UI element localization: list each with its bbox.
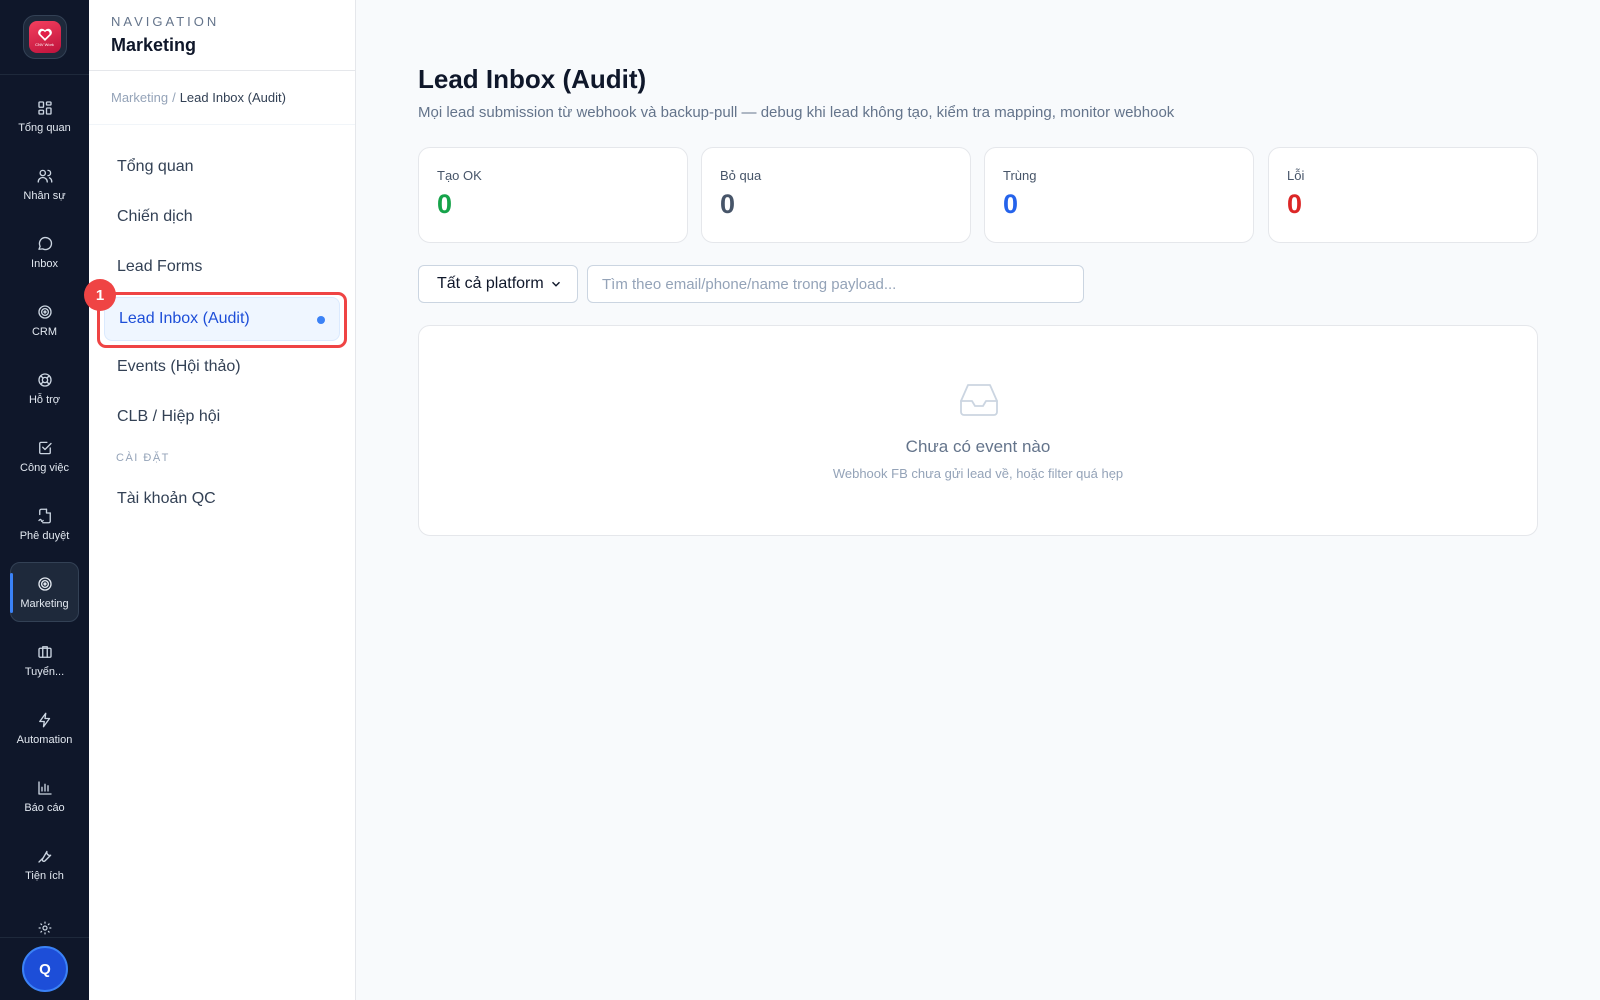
subnav-item-events[interactable]: Events (Hội thảo) xyxy=(103,346,341,388)
subnav-item-lead-forms[interactable]: Lead Forms xyxy=(103,246,341,288)
stat-card-loi: Lỗi 0 xyxy=(1268,147,1538,243)
rail-item-label: Automation xyxy=(16,733,73,746)
rail-item-label: Marketing xyxy=(20,597,69,610)
platform-select[interactable]: Tất cả platform xyxy=(418,265,578,303)
subnav-header: NAVIGATION Marketing xyxy=(89,0,355,71)
rail-item-label: Tuyển... xyxy=(24,665,65,678)
avatar[interactable]: Q xyxy=(22,946,68,992)
empty-state-title: Chưa có event nào xyxy=(905,437,1051,456)
rail-item-inbox[interactable]: Inbox xyxy=(10,222,79,282)
secondary-nav: NAVIGATION Marketing Marketing / Lead In… xyxy=(89,0,356,1000)
rail-item-label: Công việc xyxy=(20,461,69,474)
empty-state-card: Chưa có event nào Webhook FB chưa gửi le… xyxy=(418,325,1538,536)
stat-value: 0 xyxy=(1287,189,1303,219)
main-content: Lead Inbox (Audit) Mọi lead submission t… xyxy=(356,0,1600,1000)
rail-item-label: Báo cáo xyxy=(24,801,65,814)
page-subtitle: Mọi lead submission từ webhook và backup… xyxy=(418,104,1175,121)
app-logo[interactable]: CNV Work xyxy=(22,15,67,59)
stat-value: 0 xyxy=(437,189,453,219)
subnav-item-label: Lead Forms xyxy=(117,258,203,275)
step-badge: 1 xyxy=(84,279,116,311)
breadcrumb-separator: / xyxy=(172,90,176,105)
stat-label: Trùng xyxy=(1003,168,1037,183)
logo-text: CNV Work xyxy=(35,41,54,47)
rail-item-label: Tiện ích xyxy=(25,869,64,882)
checkbox-icon xyxy=(38,441,52,454)
rail-item-nhan-su[interactable]: Nhân sự xyxy=(10,154,79,214)
rail-item-bao-cao[interactable]: Báo cáo xyxy=(10,766,79,826)
rail-item-tuyen-dung[interactable]: Tuyển... xyxy=(10,630,79,690)
stat-label: Lỗi xyxy=(1287,168,1305,183)
subnav-item-label: Tài khoản QC xyxy=(117,490,216,507)
stat-value: 0 xyxy=(1003,189,1019,219)
briefcase-icon xyxy=(37,645,52,658)
icon-rail: CNV Work Tổng quan Nhân sự Inbox CRM Hỗ … xyxy=(0,0,89,1000)
subnav-kicker: NAVIGATION xyxy=(111,14,220,29)
rail-item-marketing[interactable]: Marketing xyxy=(10,562,79,622)
rail-item-crm[interactable]: CRM xyxy=(10,290,79,350)
section-label-settings: CÀI ĐẶT xyxy=(116,452,170,464)
subnav-item-tai-khoan-qc[interactable]: Tài khoản QC xyxy=(103,478,341,520)
stat-value: 0 xyxy=(720,189,736,219)
search-input[interactable] xyxy=(587,265,1084,303)
stat-card-tao-ok: Tạo OK 0 xyxy=(418,147,688,243)
subnav-item-label: CLB / Hiệp hội xyxy=(117,408,221,425)
target-icon xyxy=(37,304,52,319)
rail-item-tong-quan[interactable]: Tổng quan xyxy=(10,86,79,146)
rail-item-label: Hỗ trợ xyxy=(28,393,61,406)
subnav-item-chien-dich[interactable]: Chiến dịch xyxy=(103,196,341,238)
target-icon xyxy=(37,576,52,591)
subnav-item-label: Chiến dịch xyxy=(117,208,193,225)
rail-item-phe-duyet[interactable]: Phê duyệt xyxy=(10,494,79,554)
wrench-icon xyxy=(37,850,51,863)
breadcrumb-parent[interactable]: Marketing xyxy=(111,90,168,105)
breadcrumb-current: Lead Inbox (Audit) xyxy=(179,90,286,105)
inbox-tray-icon xyxy=(959,381,999,417)
subnav-item-clb[interactable]: CLB / Hiệp hội xyxy=(103,396,341,438)
users-icon xyxy=(37,169,52,183)
page-title: Lead Inbox (Audit) xyxy=(418,64,647,94)
breadcrumb: Marketing / Lead Inbox (Audit) xyxy=(89,71,355,125)
platform-select-value: Tất cả platform xyxy=(437,275,544,292)
rail-item-label: Phê duyệt xyxy=(19,529,70,542)
rail-item-label: CRM xyxy=(31,325,58,338)
rail-item-label: Inbox xyxy=(31,257,58,270)
subnav-item-label: Tổng quan xyxy=(117,158,194,175)
rail-item-label: Nhân sự xyxy=(23,189,66,202)
chat-bubble-icon xyxy=(37,236,52,250)
subnav-item-tong-quan[interactable]: Tổng quan xyxy=(103,146,341,188)
rail-item-ho-tro[interactable]: Hỗ trợ xyxy=(10,358,79,418)
rail-divider xyxy=(0,937,89,938)
bar-chart-icon xyxy=(37,780,52,795)
rail-item-cong-viec[interactable]: Công việc xyxy=(10,426,79,486)
rail-item-tien-ich[interactable]: Tiện ích xyxy=(10,834,79,894)
settings-button[interactable] xyxy=(0,920,89,936)
stat-card-bo-qua: Bỏ qua 0 xyxy=(701,147,971,243)
stat-label: Bỏ qua xyxy=(720,168,762,183)
stat-label: Tạo OK xyxy=(437,168,482,183)
lifebuoy-icon xyxy=(37,372,52,387)
heart-logo-icon: CNV Work xyxy=(28,21,61,53)
document-signature-icon xyxy=(37,508,51,523)
grid-icon xyxy=(37,100,52,115)
rail-item-automation[interactable]: Automation xyxy=(10,698,79,758)
gear-icon xyxy=(38,921,51,935)
logo-area: CNV Work xyxy=(0,0,89,75)
chevron-down-icon xyxy=(552,281,560,287)
subnav-title: Marketing xyxy=(111,35,197,55)
stat-card-trung: Trùng 0 xyxy=(984,147,1254,243)
lightning-icon xyxy=(38,712,50,727)
rail-item-label: Tổng quan xyxy=(18,121,71,134)
subnav-item-label: Events (Hội thảo) xyxy=(117,358,241,375)
highlight-ring xyxy=(97,292,347,348)
empty-state-description: Webhook FB chưa gửi lead về, hoặc filter… xyxy=(832,466,1124,481)
